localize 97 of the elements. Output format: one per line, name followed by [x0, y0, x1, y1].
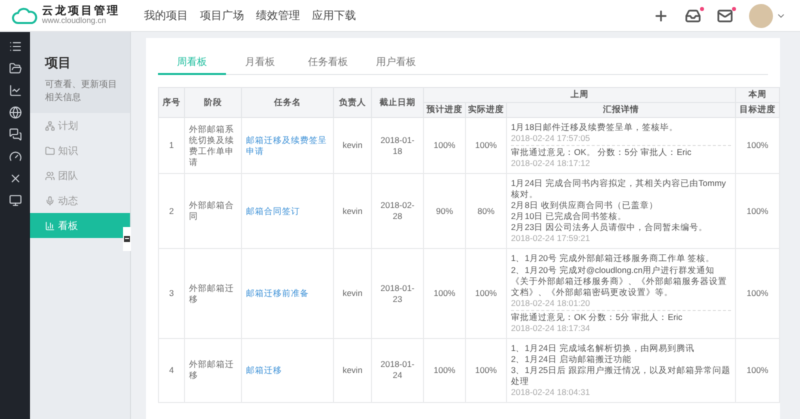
- table-cell: 100%: [424, 338, 466, 403]
- table-cell: 外部邮箱系统切换及续费工作单申请: [184, 118, 242, 174]
- table-cell: 4: [158, 338, 184, 403]
- table-cell: 100%: [736, 338, 780, 403]
- sidebar-item[interactable]: 团队: [30, 163, 130, 188]
- table-cell: kevin: [334, 174, 372, 249]
- column-group-header: 本周: [736, 88, 780, 102]
- table-cell: 100%: [466, 338, 506, 403]
- report-text: 2月8日 收到供应商合同书（已盖章）: [511, 200, 659, 212]
- sitemap-icon: [45, 120, 55, 131]
- timestamp: 2018-02-24 18:17:12: [511, 158, 591, 170]
- collapse-handle[interactable]: [123, 227, 131, 251]
- timestamp: 2018-02-24 18:04:31: [511, 386, 591, 398]
- column-header: 负责人: [334, 88, 372, 118]
- column-header: 预计进度: [424, 102, 466, 118]
- task-link[interactable]: 邮箱迁移: [246, 364, 329, 376]
- table-cell: 3: [158, 248, 184, 338]
- column-header: 汇报详情: [506, 102, 736, 118]
- timestamp: 2018-02-24 18:01:20: [511, 298, 591, 309]
- column-header: 截止日期: [372, 88, 424, 118]
- report-text: 2、1月20号 完成对@cloudlong.cn用户进行群发通知《关于外部邮箱迁移服务商》、《外部邮箱服务器设置文档》、《外部邮箱密码更改设置》等。: [511, 264, 728, 298]
- column-header: 序号: [158, 88, 184, 118]
- task-link[interactable]: 邮箱合同签订: [246, 206, 329, 217]
- cross-icon[interactable]: [8, 172, 22, 185]
- users-icon: [45, 170, 55, 181]
- panel-toggle-icon: [124, 236, 130, 242]
- bar-chart-icon: [45, 220, 55, 231]
- table-cell: 90%: [424, 174, 466, 249]
- table-cell: 100%: [466, 118, 506, 174]
- cloud-logo-icon: [12, 6, 38, 24]
- table-cell: kevin: [334, 248, 372, 338]
- table-cell: 100%: [736, 248, 780, 338]
- tab[interactable]: 月看板: [226, 50, 294, 75]
- plus-icon[interactable]: [653, 8, 669, 24]
- table-cell: 100%: [424, 118, 466, 174]
- nav-link[interactable]: 项目广场: [200, 8, 244, 23]
- nav-link[interactable]: 我的项目: [144, 8, 188, 23]
- sidebar-item[interactable]: 知识: [30, 138, 130, 164]
- inbox-icon[interactable]: [685, 8, 701, 24]
- report-text: 2、1月24日 启动邮箱搬迁功能: [511, 354, 632, 365]
- avatar-placeholder: [749, 4, 773, 28]
- table-cell: kevin: [334, 118, 372, 174]
- table-cell: 100%: [424, 248, 466, 338]
- sidebar-description: 可查看、更新项目相关信息: [45, 78, 118, 104]
- approval-text: 审批通过意见：OK 分数：5分 审批人：Eric: [511, 312, 684, 323]
- table-cell: 外部邮箱合同: [184, 174, 242, 249]
- report-text: 2月23日 因公司法务人员请假中，合同暂未编号。: [511, 222, 709, 234]
- mail-icon[interactable]: [717, 8, 733, 24]
- tab[interactable]: 周看板: [158, 50, 226, 75]
- report-text: 1月24日 完成合同书内容拟定，其相关内容已由Tommy核对。: [511, 178, 727, 200]
- microphone-icon: [45, 196, 55, 206]
- table-cell: kevin: [334, 338, 372, 403]
- column-header: 阶段: [184, 88, 242, 118]
- report-text: 1月18日邮件迁移及续费签呈单，签核毕。: [511, 122, 680, 134]
- monitor-icon[interactable]: [8, 194, 22, 207]
- logo-url: www.cloudlong.cn: [42, 17, 108, 25]
- timestamp: 2018-02-24 17:59:21: [511, 233, 591, 244]
- globe-icon[interactable]: [8, 106, 22, 119]
- report-text: 1、1月24日 完成域名解析切换，由网易到腾讯: [511, 342, 696, 354]
- nav-link[interactable]: 绩效管理: [256, 8, 300, 23]
- gauge-icon[interactable]: [8, 150, 22, 163]
- report-text: 1、1月20号 完成外部邮箱迁移服务商工作单 签核。: [511, 253, 716, 265]
- table-cell: 2018-02-28: [372, 174, 424, 249]
- table-cell: 100%: [466, 248, 506, 338]
- table-cell: 外部邮箱迁移: [184, 338, 242, 403]
- tab[interactable]: 用户看板: [362, 50, 430, 75]
- nav-link[interactable]: 应用下载: [312, 8, 356, 23]
- report-text: 2月10日 已完成合同书签核。: [511, 211, 628, 222]
- line-chart-icon[interactable]: [8, 84, 22, 97]
- sidebar-title: 项目: [45, 54, 72, 72]
- column-header: 实际进度: [466, 102, 506, 118]
- timestamp: 2018-02-24 18:17:34: [511, 322, 591, 334]
- column-header: 目标进度: [736, 102, 780, 118]
- table-cell: 80%: [466, 174, 506, 249]
- sidebar-item[interactable]: 计划: [30, 113, 130, 138]
- task-link[interactable]: 邮箱迁移前准备: [246, 288, 329, 300]
- table-cell: 2018-01-18: [372, 118, 424, 174]
- chat-icon[interactable]: [8, 128, 22, 141]
- table-cell: 2018-01-23: [372, 248, 424, 338]
- sidebar-item[interactable]: 看板: [30, 213, 130, 238]
- table-cell: 外部邮箱迁移: [184, 248, 242, 338]
- folder-icon: [45, 146, 55, 156]
- column-group-header: 上周: [424, 88, 736, 102]
- table-cell: 1: [158, 118, 184, 174]
- tab[interactable]: 任务看板: [294, 50, 362, 75]
- table-cell: 2018-01-24: [372, 338, 424, 403]
- timestamp: 2018-02-24 17:57:05: [511, 133, 591, 144]
- table-cell: 2: [158, 174, 184, 249]
- folder-icon[interactable]: [8, 62, 22, 75]
- sidebar-item[interactable]: 动态: [30, 188, 130, 214]
- list-icon[interactable]: [8, 40, 22, 53]
- table-cell: 100%: [736, 174, 780, 249]
- report-text: 3、1月25日后 跟踪用户搬迁情况，以及对邮箱异常问题处理: [511, 364, 731, 387]
- approval-text: 审批通过意见：OK。 分数：5分 审批人：Eric: [511, 147, 692, 158]
- column-header: 任务名: [242, 88, 334, 118]
- table-cell: 100%: [736, 118, 780, 174]
- logo-name: 云龙项目管理: [42, 6, 120, 17]
